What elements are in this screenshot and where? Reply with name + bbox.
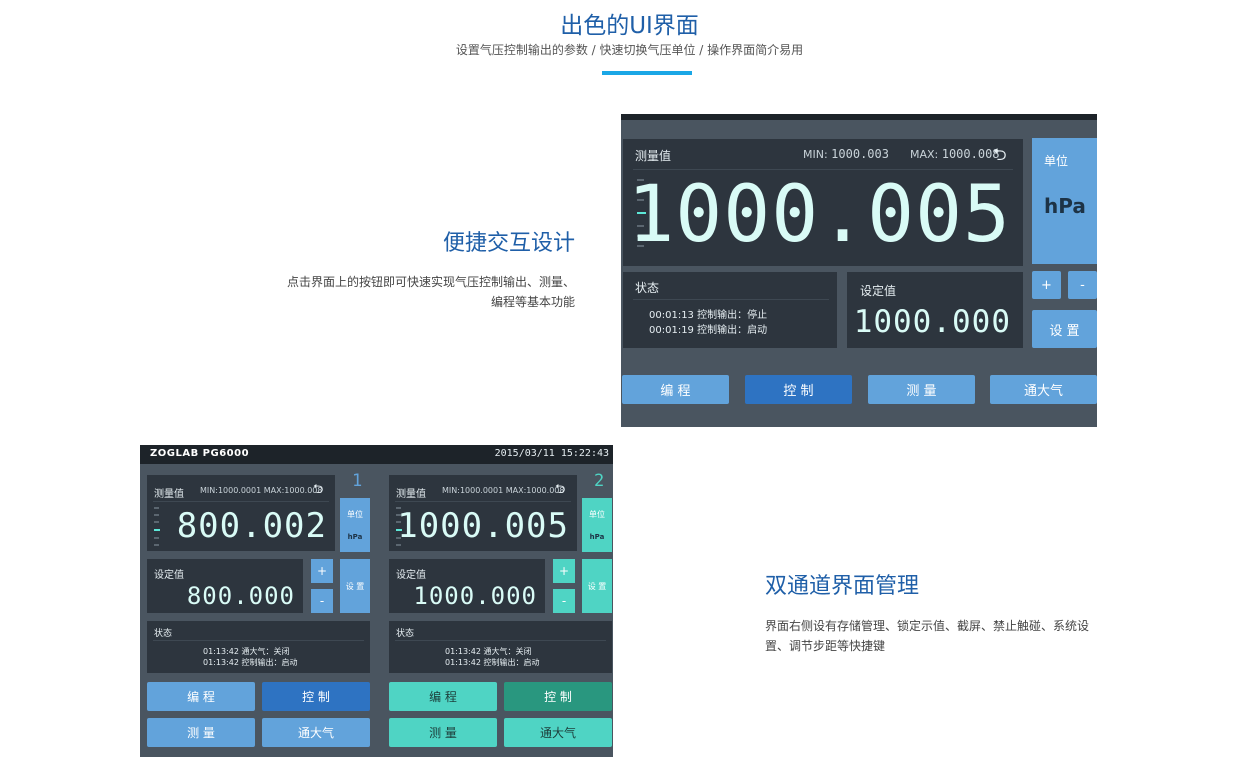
unit-label: 单位: [1044, 154, 1069, 168]
tab-program[interactable]: 编 程: [622, 375, 729, 404]
decrease-button[interactable]: -: [553, 589, 575, 613]
page-title: 出色的UI界面: [560, 13, 699, 39]
status-line: 00:01:13 控制输出：停止: [649, 310, 768, 321]
measured-value: 1000.005: [397, 506, 569, 546]
measurement-label: 测量值: [396, 489, 426, 500]
unit-button[interactable]: 单位 hPa: [340, 498, 370, 552]
unit-button[interactable]: 单位 hPa: [582, 498, 612, 552]
setpoint-label: 设定值: [154, 570, 184, 581]
unit-value: hPa: [1044, 194, 1086, 218]
max-value: 1000.008: [941, 147, 1000, 161]
channel-number: 2: [594, 471, 606, 491]
feature-title-dual-channel: 双通道界面管理: [765, 574, 920, 599]
status-line: 01:13:42 通大气：关闭: [203, 647, 290, 656]
setpoint-label: 设定值: [396, 570, 426, 581]
status-line: 01:13:42 控制输出：启动: [203, 658, 298, 667]
min-max-readout: MIN:1000.0001 MAX:1000.008: [200, 486, 323, 495]
unit-value: hPa: [589, 533, 605, 541]
min-max-readout: MIN:1000.0001 MAX:1000.008: [442, 486, 565, 495]
measurement-label: 测量值: [154, 489, 184, 500]
measured-value: 800.002: [176, 506, 327, 546]
setpoint-value: 1000.000: [413, 582, 537, 610]
divider: [395, 640, 606, 641]
screen-top-bar: ZOGLAB PG6000 2015/03/11 15:22:43: [140, 445, 613, 464]
tab-vent[interactable]: 通大气: [504, 718, 612, 747]
decrease-button[interactable]: -: [1068, 271, 1097, 299]
status-panel: 状态 01:13:42 通大气：关闭 01:13:42 控制输出：启动: [147, 621, 370, 673]
set-button[interactable]: 设 置: [1032, 310, 1097, 348]
unit-label: 单位: [347, 510, 363, 519]
tab-program[interactable]: 编 程: [147, 682, 255, 711]
measurement-label: 测量值: [635, 149, 672, 163]
setpoint-panel: 设定值 1000.000: [847, 272, 1023, 348]
page-subtitle: 设置气压控制输出的参数 / 快速切换气压单位 / 操作界面简介易用: [455, 43, 804, 57]
tab-vent[interactable]: 通大气: [262, 718, 370, 747]
dual-channel-screen: ZOGLAB PG6000 2015/03/11 15:22:43 测量值 MI…: [140, 445, 613, 757]
unit-button[interactable]: 单位 hPa: [1032, 138, 1097, 264]
feature-title-interaction: 便捷交互设计: [442, 231, 575, 256]
tab-measure[interactable]: 测 量: [147, 718, 255, 747]
setpoint-value: 800.000: [186, 582, 295, 610]
max-label: MAX:: [909, 148, 939, 161]
setpoint-label: 设定值: [860, 284, 897, 298]
status-line: 01:13:42 控制输出：启动: [445, 658, 540, 667]
setpoint-panel: 设定值 800.000: [147, 559, 303, 613]
status-label: 状态: [396, 629, 415, 639]
reset-icon[interactable]: ⮌: [993, 142, 1007, 171]
title-underline: [602, 71, 692, 75]
tab-vent[interactable]: 通大气: [990, 375, 1097, 404]
set-button[interactable]: 设 置: [340, 559, 370, 613]
min-max-readout: MIN: 1000.003 MAX: 1000.008: [803, 147, 1000, 161]
channel-2: 测量值 MIN:1000.0001 MAX:1000.008 ⮌ 1000.00…: [382, 471, 613, 757]
reset-icon[interactable]: ⮌: [555, 480, 565, 502]
divider: [395, 501, 571, 502]
divider: [153, 640, 364, 641]
status-label: 状态: [154, 629, 173, 639]
status-line: 00:01:19 控制输出：启动: [649, 325, 768, 336]
unit-label: 单位: [589, 510, 605, 519]
setpoint-panel: 设定值 1000.000: [389, 559, 545, 613]
channel-number: 1: [352, 471, 364, 491]
unit-value: hPa: [347, 533, 363, 541]
setpoint-value: 1000.000: [853, 304, 1011, 340]
reset-icon[interactable]: ⮌: [313, 480, 323, 502]
feature-desc-interaction: 点击界面上的按钮即可快速实现气压控制输出、测量、 编程等基本功能: [245, 272, 575, 312]
tab-measure[interactable]: 测 量: [389, 718, 497, 747]
divider: [153, 501, 329, 502]
decrease-button[interactable]: -: [311, 589, 333, 613]
screen-top-bar: [621, 114, 1097, 120]
increase-button[interactable]: +: [553, 559, 575, 583]
tab-control[interactable]: 控 制: [262, 682, 370, 711]
measurement-panel: 测量值 MIN: 1000.003 MAX: 1000.008 ⮌ 1000.0…: [623, 139, 1023, 266]
status-panel: 状态 00:01:13 控制输出：停止 00:01:19 控制输出：启动: [623, 272, 837, 348]
channel-1: 测量值 MIN:1000.0001 MAX:1000.008 ⮌ 800.002…: [140, 471, 372, 757]
measurement-panel: 测量值 MIN:1000.0001 MAX:1000.008 ⮌ 800.002: [147, 475, 335, 551]
status-line: 01:13:42 通大气：关闭: [445, 647, 532, 656]
measurement-panel: 测量值 MIN:1000.0001 MAX:1000.008 ⮌ 1000.00…: [389, 475, 577, 551]
set-button[interactable]: 设 置: [582, 559, 612, 613]
tab-control[interactable]: 控 制: [745, 375, 852, 404]
tab-measure[interactable]: 测 量: [868, 375, 975, 404]
increase-button[interactable]: +: [311, 559, 333, 583]
measured-value: 1000.005: [627, 170, 1011, 260]
status-panel: 状态 01:13:42 通大气：关闭 01:13:42 控制输出：启动: [389, 621, 612, 673]
min-value: 1000.003: [831, 147, 889, 161]
min-label: MIN:: [803, 148, 828, 161]
tab-control[interactable]: 控 制: [504, 682, 612, 711]
feature-desc-line: 点击界面上的按钮即可快速实现气压控制输出、测量、: [286, 275, 575, 289]
divider: [633, 299, 829, 300]
feature-desc-dual-channel: 界面右侧设有存储管理、锁定示值、截屏、禁止触碰、系统设置、调节步距等快捷键: [765, 619, 1090, 653]
increase-button[interactable]: +: [1032, 271, 1061, 299]
tab-program[interactable]: 编 程: [389, 682, 497, 711]
feature-desc-line: 编程等基本功能: [490, 295, 575, 309]
single-channel-screen: 测量值 MIN: 1000.003 MAX: 1000.008 ⮌ 1000.0…: [621, 114, 1097, 427]
datetime: 2015/03/11 15:22:43: [494, 448, 609, 459]
status-label: 状态: [635, 281, 660, 295]
brand-label: ZOGLAB PG6000: [150, 448, 250, 459]
